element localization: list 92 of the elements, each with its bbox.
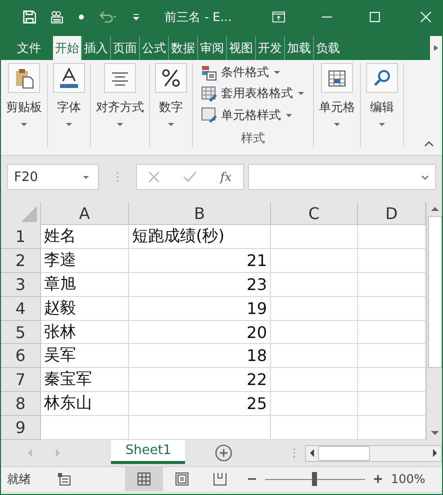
page-layout-icon <box>175 472 189 486</box>
table-cell: 吴军 <box>41 344 129 368</box>
grip-icon <box>116 171 119 183</box>
name-box[interactable]: F20 <box>7 164 99 190</box>
row-header[interactable]: 8 <box>1 392 41 416</box>
dot-icon[interactable] <box>78 13 84 21</box>
table-cell: 19 <box>129 296 271 321</box>
row-header[interactable]: 1 <box>1 225 41 249</box>
undo-icon[interactable] <box>98 9 118 25</box>
table-cell: 20 <box>129 320 271 344</box>
row-header[interactable]: 5 <box>1 320 41 344</box>
scroll-right-icon[interactable] <box>430 36 442 60</box>
table-format-icon <box>201 86 217 102</box>
table-cell: 25 <box>129 392 271 416</box>
scroll-thumb[interactable] <box>428 216 442 368</box>
table-cell: 姓名 <box>41 225 129 249</box>
ribbon-button[interactable]: 单元格样式 <box>199 106 295 125</box>
scroll-thumb[interactable] <box>318 446 370 460</box>
expand-icon[interactable] <box>421 174 429 180</box>
view-button[interactable] <box>125 467 163 491</box>
font-color-icon <box>58 67 80 89</box>
caret-icon <box>297 91 305 96</box>
table-cell: 张林 <box>41 320 129 344</box>
window-title: 前三名 - E... <box>164 8 232 26</box>
ribbon-button[interactable]: 字体 <box>51 63 87 127</box>
zoom-in-icon[interactable] <box>373 474 383 484</box>
save-icon[interactable] <box>23 9 36 25</box>
clipboard-icon <box>14 67 34 89</box>
caret-icon <box>116 122 124 127</box>
row-header[interactable]: 7 <box>1 368 41 392</box>
table-cell: 23 <box>129 272 271 297</box>
check-icon[interactable] <box>183 171 198 183</box>
ribbon-button[interactable]: 对齐方式 <box>94 63 146 127</box>
table-cell: 李逵 <box>41 248 129 273</box>
table-cell: 秦宝军 <box>41 368 129 392</box>
ribbon-display-icon[interactable] <box>272 10 285 24</box>
caret-icon <box>167 122 175 127</box>
row-header[interactable]: 6 <box>1 344 41 368</box>
caret-icon <box>378 122 386 127</box>
table-cell: 赵毅 <box>41 296 129 321</box>
touch-mode-icon[interactable] <box>50 9 64 25</box>
ribbon-tab[interactable]: 开始 <box>53 36 81 60</box>
row-header[interactable]: 2 <box>1 248 41 273</box>
grip-icon <box>292 447 296 459</box>
percent-icon <box>161 68 181 88</box>
table-cell: 林东山 <box>41 392 129 416</box>
ribbon-button[interactable]: 数字 <box>153 63 189 127</box>
ribbon-button[interactable]: 单元格 <box>317 63 357 127</box>
search-icon <box>372 68 392 88</box>
ribbon-button[interactable]: 套用表格格式 <box>199 84 307 104</box>
close-icon[interactable] <box>420 10 432 24</box>
align-center-icon <box>110 70 130 86</box>
customize-dropdown-icon[interactable] <box>132 12 141 22</box>
caret-icon <box>82 174 90 180</box>
row-header[interactable]: 4 <box>1 296 41 321</box>
cell-style-icon <box>201 107 217 124</box>
zoom-slider-thumb[interactable] <box>312 472 317 486</box>
group-label: 样式 <box>241 130 265 147</box>
ribbon-tab[interactable]: 文件 <box>9 36 53 60</box>
horizontal-scrollbar[interactable] <box>305 444 442 462</box>
caret-icon <box>285 112 293 118</box>
triangle-icon <box>21 206 37 222</box>
grid-icon <box>137 472 151 486</box>
formula-field[interactable] <box>248 164 436 190</box>
table-cell: 章旭 <box>41 272 129 297</box>
sheet-tab[interactable]: Sheet1 <box>111 440 186 464</box>
row-header[interactable]: 3 <box>1 272 41 297</box>
table-cell: 22 <box>129 368 271 392</box>
column-header[interactable]: C <box>271 202 358 225</box>
page-break-icon <box>213 472 227 486</box>
column-header[interactable]: B <box>129 202 271 225</box>
cells-icon <box>327 68 347 88</box>
insert-function-button[interactable]: fx <box>220 170 232 184</box>
conditional-format-icon <box>201 64 217 81</box>
collapse-ribbon-icon[interactable] <box>424 141 434 147</box>
macro-record-icon[interactable] <box>57 472 71 486</box>
ribbon-button[interactable]: 编辑 <box>364 63 400 127</box>
column-header[interactable]: A <box>41 202 129 225</box>
status-text: 就绪 <box>7 470 31 488</box>
caret-icon <box>333 122 341 127</box>
table-cell: 18 <box>129 344 271 368</box>
caret-icon <box>20 122 28 127</box>
maximize-icon[interactable] <box>368 10 380 24</box>
zoom-level[interactable]: 100% <box>391 472 426 486</box>
table-cell: 短跑成绩(秒) <box>129 225 271 249</box>
table-cell: 21 <box>129 248 271 273</box>
add-sheet-icon[interactable] <box>215 444 233 462</box>
caret-icon <box>273 70 281 76</box>
ribbon-button[interactable]: 剪贴板 <box>4 63 44 127</box>
row-header[interactable]: 9 <box>1 416 41 440</box>
ribbon-button[interactable]: 条件格式 <box>199 63 283 82</box>
caret-icon <box>65 122 73 127</box>
